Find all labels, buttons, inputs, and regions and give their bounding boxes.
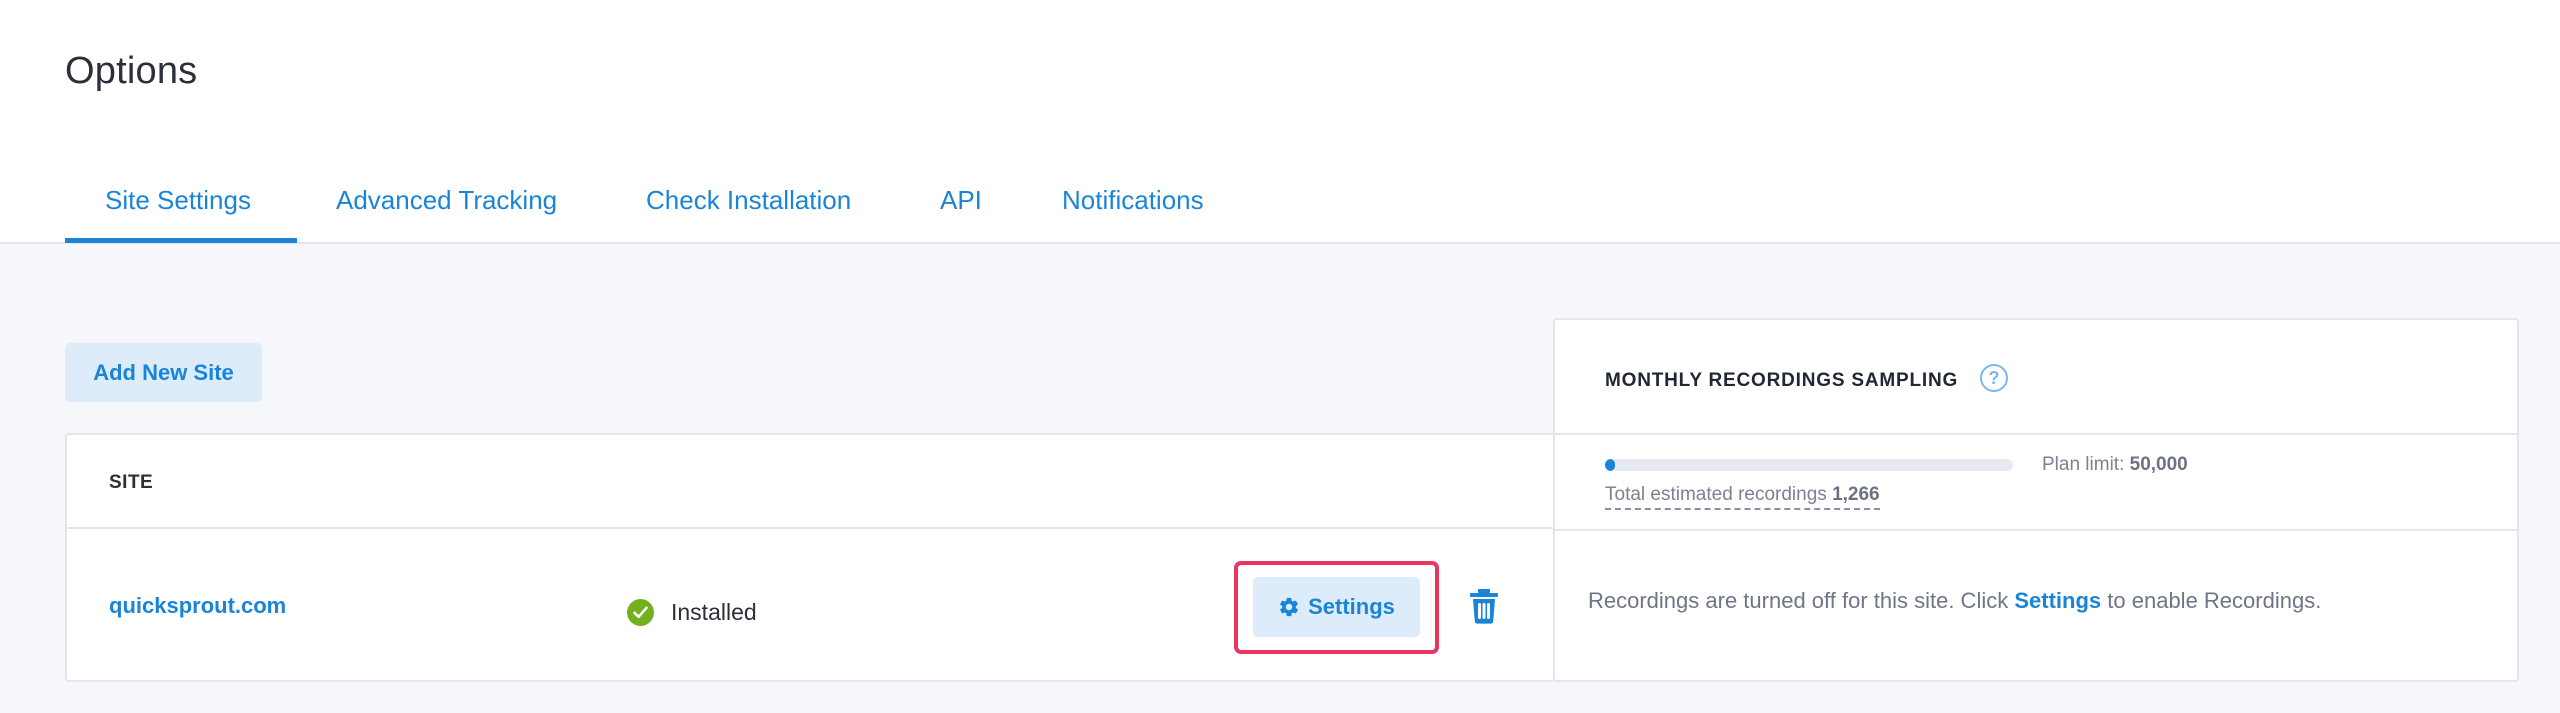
plan-limit-label: Plan limit: <box>2042 454 2125 475</box>
message-text-before: Recordings are turned off for this site.… <box>1588 588 2009 613</box>
page-title: Options <box>65 50 198 92</box>
sites-table: SITE quicksprout.com Installed Settings <box>65 433 1553 682</box>
active-tab-indicator <box>65 238 297 243</box>
check-circle-icon <box>627 599 654 626</box>
recordings-sampling-panel: MONTHLY RECORDINGS SAMPLING ? Plan limit… <box>1553 318 2519 682</box>
column-header-site: SITE <box>109 472 154 493</box>
panel-header: MONTHLY RECORDINGS SAMPLING ? <box>1555 320 2517 435</box>
trash-icon[interactable] <box>1469 588 1499 624</box>
tab-api[interactable]: API <box>940 185 982 251</box>
total-value: 1,266 <box>1832 484 1880 505</box>
plan-limit: Plan limit: 50,000 <box>2042 454 2188 476</box>
gear-icon <box>1280 597 1299 617</box>
status-label: Installed <box>671 599 757 625</box>
panel-title: MONTHLY RECORDINGS SAMPLING <box>1605 370 1959 391</box>
tab-check-installation[interactable]: Check Installation <box>646 185 851 251</box>
tab-advanced-tracking[interactable]: Advanced Tracking <box>336 185 557 251</box>
site-settings-button[interactable]: Settings <box>1253 577 1420 637</box>
add-new-site-button[interactable]: Add New Site <box>65 343 262 402</box>
site-link[interactable]: quicksprout.com <box>109 593 286 619</box>
table-header: SITE <box>67 435 1553 529</box>
tab-notifications[interactable]: Notifications <box>1062 185 1204 251</box>
message-text-after: to enable Recordings. <box>2107 588 2322 613</box>
progress-bar-fill <box>1605 459 1616 471</box>
top-header: Options Site Settings Advanced Tracking … <box>0 0 2560 244</box>
message-settings-link[interactable]: Settings <box>2014 588 2101 613</box>
install-status: Installed <box>627 599 757 626</box>
total-label: Total estimated recordings <box>1605 484 1827 505</box>
recordings-progress-bar <box>1605 459 2013 471</box>
recordings-off-message: Recordings are turned off for this site.… <box>1588 588 2321 614</box>
settings-button-label: Settings <box>1308 594 1395 619</box>
total-estimated-recordings[interactable]: Total estimated recordings 1,266 <box>1605 484 1880 510</box>
panel-divider <box>1555 529 2517 531</box>
help-icon[interactable]: ? <box>1980 364 2008 392</box>
plan-limit-value: 50,000 <box>2129 454 2188 475</box>
